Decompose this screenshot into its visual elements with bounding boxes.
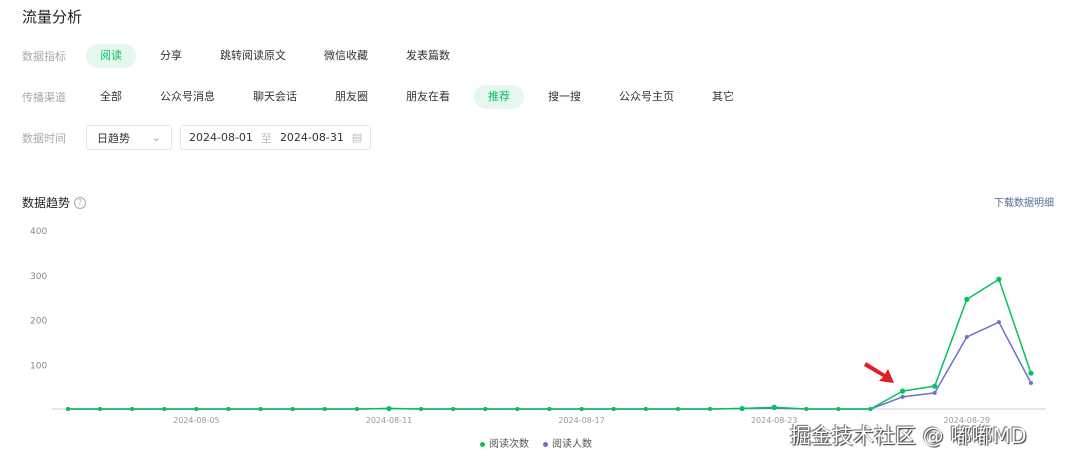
trend-chart: 100 200 300 400 2024-08-05 2024-08-11 2024-08-… (30, 227, 1046, 425)
watermark: 掘金技术社区 @ 嘟嘟MD (790, 424, 1027, 448)
data-point (804, 407, 809, 411)
data-point (675, 407, 680, 411)
data-point (643, 407, 648, 411)
data-point (322, 407, 327, 411)
y-tick-label: 100 (30, 361, 47, 371)
data-point (900, 388, 906, 394)
series-line (68, 278, 1032, 410)
y-tick-label: 300 (30, 272, 47, 282)
data-point (996, 276, 1002, 282)
arrow-annotation-icon (864, 362, 894, 383)
data-point (932, 390, 937, 395)
data-point (611, 407, 616, 411)
data-point (996, 320, 1001, 325)
data-point (579, 407, 584, 411)
data-point (451, 407, 456, 411)
data-point (258, 407, 263, 411)
data-point (1028, 370, 1034, 376)
data-point (964, 334, 969, 339)
y-tick-label: 200 (30, 317, 47, 327)
x-tick-label: 2024-08-17 (558, 416, 605, 425)
data-point (900, 394, 905, 399)
data-point (771, 404, 777, 410)
data-point (419, 407, 424, 411)
data-point (130, 407, 135, 411)
legend-item-reads[interactable]: 阅读次数 (480, 435, 529, 450)
legend-label: 阅读人数 (552, 439, 592, 450)
data-point (708, 407, 712, 411)
x-tick-label: 2024-08-05 (173, 416, 220, 425)
data-point (290, 407, 295, 411)
data-point (483, 407, 488, 411)
data-point (836, 407, 841, 411)
data-point (515, 407, 520, 411)
data-point (162, 407, 167, 411)
data-point (964, 296, 970, 302)
x-tick-label: 2024-08-11 (366, 416, 413, 425)
series-line (68, 321, 1032, 410)
data-point (194, 407, 199, 411)
data-point (66, 407, 70, 411)
data-point (547, 407, 552, 411)
data-point (1029, 381, 1033, 386)
data-point (226, 407, 231, 411)
data-point (386, 405, 392, 412)
data-point (98, 407, 103, 411)
legend: 阅读次数 阅读人数 (480, 435, 592, 450)
data-point (739, 405, 745, 412)
data-point (932, 383, 938, 389)
data-point (354, 407, 359, 411)
y-tick-label: 400 (30, 227, 47, 237)
data-point (868, 407, 873, 411)
legend-label: 阅读次数 (489, 439, 529, 450)
legend-item-readers[interactable]: 阅读人数 (543, 435, 592, 450)
